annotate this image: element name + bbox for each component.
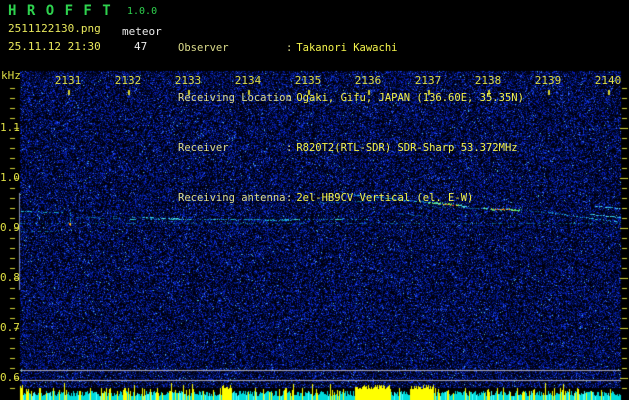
observation-datetime: 25.11.12 21:30: [8, 40, 101, 53]
observation-mode: meteor: [122, 25, 162, 38]
x-tick-label: 2132: [114, 74, 142, 87]
info-label: Observer: [178, 42, 229, 54]
info-value: Ogaki, Gifu, JAPAN (136.60E, 35.35N): [296, 92, 524, 104]
info-label: Receiving Location: [178, 92, 292, 104]
x-tick-label: 2140: [594, 74, 622, 87]
y-tick-label: 1.0: [0, 171, 20, 184]
info-value: 2el-HB9CV Vertical (el. E-W): [296, 192, 474, 204]
hrofft-output: H R O F F T 1.0.0 2511122130.png meteor …: [0, 0, 629, 400]
x-tick-label: 2139: [534, 74, 562, 87]
info-row-receiver: Receiver : R820T2(RTL-SDR) SDR-Sharp 53.…: [178, 142, 618, 154]
y-tick-label: 0.7: [0, 321, 20, 334]
info-value: Takanori Kawachi: [296, 42, 398, 54]
x-tick-label: 2131: [54, 74, 82, 87]
info-colon: :: [286, 42, 293, 54]
x-tick-label: 2134: [234, 74, 262, 87]
y-tick-label: 0.6: [0, 371, 20, 384]
info-colon: :: [286, 192, 293, 204]
y-tick-label: 0.9: [0, 221, 20, 234]
x-tick-label: 2137: [414, 74, 442, 87]
info-label: Receiver: [178, 142, 229, 154]
station-info: Observer : Takanori Kawachi Receiving Lo…: [178, 4, 618, 242]
info-value: R820T2(RTL-SDR) SDR-Sharp 53.372MHz: [296, 142, 518, 154]
info-colon: :: [286, 92, 293, 104]
info-colon: :: [286, 142, 293, 154]
output-filename: 2511122130.png: [8, 22, 101, 35]
x-tick-label: 2135: [294, 74, 322, 87]
echo-count: 47: [134, 40, 148, 53]
x-tick-label: 2138: [474, 74, 502, 87]
y-tick-label: 1.1: [0, 121, 20, 134]
app-version: 1.0.0: [127, 6, 158, 17]
y-axis-unit-label: kHz: [1, 69, 21, 82]
info-row-antenna: Receiving antenna : 2el-HB9CV Vertical (…: [178, 192, 618, 204]
info-row-location: Receiving Location : Ogaki, Gifu, JAPAN …: [178, 92, 618, 104]
app-title: H R O F F T: [8, 3, 112, 19]
y-tick-label: 0.8: [0, 271, 20, 284]
x-tick-label: 2133: [174, 74, 202, 87]
x-tick-label: 2136: [354, 74, 382, 87]
info-label: Receiving antenna: [178, 192, 286, 204]
info-row-observer: Observer : Takanori Kawachi: [178, 42, 618, 54]
